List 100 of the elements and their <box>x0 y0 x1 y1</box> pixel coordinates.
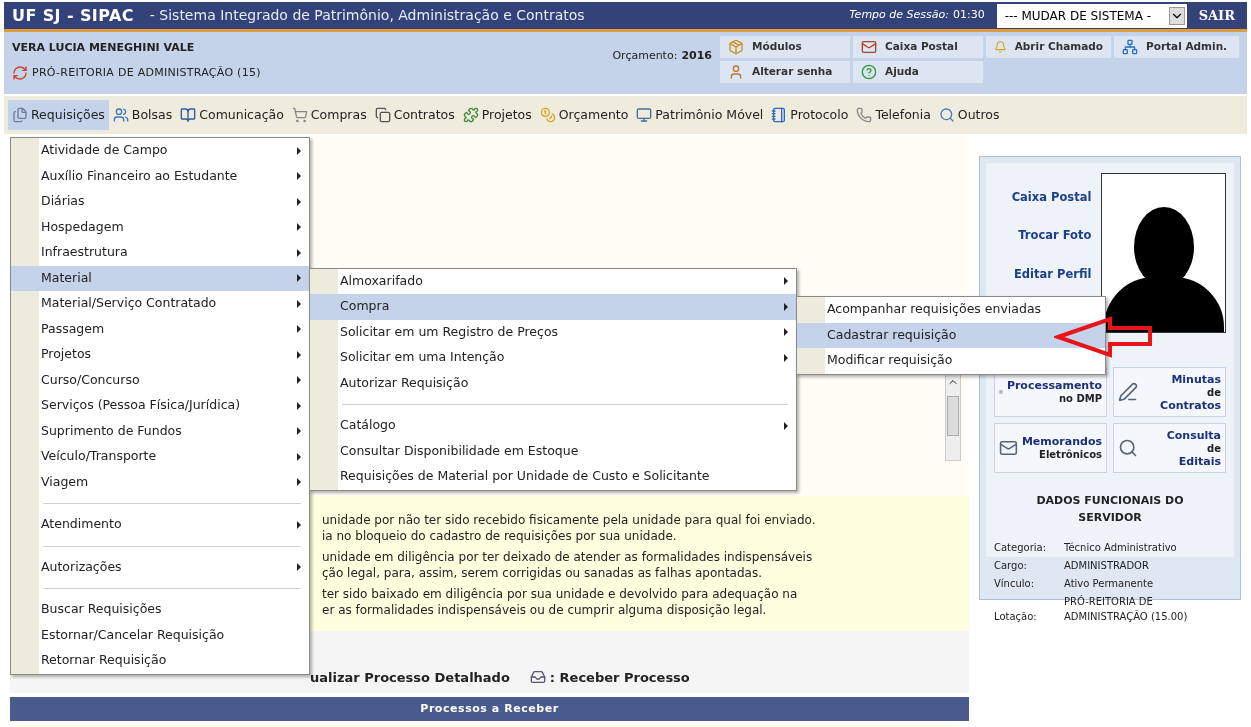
book-icon <box>180 107 197 123</box>
cart-icon <box>291 107 308 123</box>
menu-item[interactable]: Projetos <box>11 342 309 368</box>
monitor-icon <box>636 107 653 123</box>
bell-icon <box>994 39 1007 55</box>
field-value: PRÓ-REITORIA DE ADMINISTRAÇÃO (15.00) <box>1064 594 1189 624</box>
menu-item[interactable]: Atendimento <box>11 512 309 538</box>
menu-item[interactable]: Solicitar em uma Intenção <box>310 345 796 371</box>
shortcut-button[interactable]: Alterar senha <box>720 61 850 83</box>
menu-bar-item[interactable]: Compras <box>287 100 371 130</box>
tile-text: Editais <box>1178 454 1221 468</box>
shortcut-tile[interactable]: Minutas de Contratos <box>1113 367 1226 417</box>
field-label: Categoria: <box>994 541 1048 555</box>
scrollbar-thumb[interactable] <box>947 396 959 436</box>
coins-icon <box>539 107 556 123</box>
notebook-icon <box>771 107 788 123</box>
menu-item[interactable]: Solicitar em um Registro de Preços <box>310 319 796 345</box>
menu-item[interactable]: Catálogo <box>310 413 796 439</box>
menu-item[interactable]: Material/Serviço Contratado <box>11 291 309 317</box>
menu-item[interactable]: Atividade de Campo <box>11 138 309 164</box>
tile-text: no DMP <box>1058 392 1102 405</box>
profile-link[interactable]: Editar Perfil <box>1014 265 1092 283</box>
menu-item[interactable]: Material <box>11 265 309 291</box>
shortcut-button[interactable]: Caixa Postal <box>853 36 983 58</box>
user-name: VERA LUCIA MENEGHINI VALE <box>12 40 196 56</box>
users-icon <box>112 107 129 123</box>
logout-button[interactable]: SAIR <box>1186 5 1247 26</box>
system-select[interactable]: --- MUDAR DE SISTEMA - <box>996 3 1187 28</box>
menu-item[interactable]: Compra <box>310 294 796 320</box>
puzzle-icon <box>462 107 479 123</box>
menu-item[interactable]: Cadastrar requisição <box>797 322 1105 348</box>
legend-text: : Receber Processo <box>549 668 690 687</box>
session-time: 01:30 <box>952 7 985 24</box>
tile-text: Eletrônicos <box>1039 448 1102 461</box>
menu-bar-item[interactable]: Projetos <box>458 100 536 130</box>
menu-item[interactable]: Autorizar Requisição <box>310 370 796 396</box>
notice-text: unidade por não ter sido recebido fisicamente pela unidade para qual foi enviado. <box>322 512 817 528</box>
pen-icon <box>1118 382 1138 402</box>
menu-item[interactable]: Autorizações <box>11 554 309 580</box>
mailbox-icon <box>861 39 877 55</box>
menu-item[interactable]: Acompanhar requisições enviadas <box>797 297 1105 323</box>
tile-text: Processamento <box>1006 379 1102 392</box>
profile-link[interactable]: Trocar Foto <box>1018 227 1092 245</box>
menu-bar-item[interactable]: Contratos <box>370 100 459 130</box>
table-title: Processos a Receber <box>10 697 969 721</box>
search-icon <box>938 107 955 123</box>
system-name: UF SJ - SIPAC <box>12 4 134 27</box>
notice-text: ção legal, para, assim, serem corrigidas ou sanadas as falhas apontadas. <box>322 565 763 581</box>
tile-text: Contratos <box>1160 398 1221 412</box>
menu-item[interactable]: Passagem <box>11 316 309 342</box>
menu-bar-item[interactable]: Requisições <box>8 100 109 130</box>
menu-bar-item[interactable]: Comunicação <box>176 100 288 130</box>
menu-bar-item[interactable]: Telefonia <box>852 100 935 130</box>
menu-bar-item[interactable]: Orçamento <box>535 100 633 130</box>
menu-item[interactable]: Requisições de Material por Unidade de Custo e Solicitante <box>310 464 796 490</box>
budget-label: Orçamento: <box>612 48 678 64</box>
shortcut-button[interactable]: Abrir Chamado <box>986 36 1111 58</box>
tile-text: Memorandos <box>1021 435 1102 448</box>
inbox-icon <box>529 669 546 686</box>
menu-item[interactable]: Retornar Requisição <box>11 648 309 674</box>
menu-item[interactable]: Hospedagem <box>11 214 309 240</box>
budget-year: 2016 <box>681 48 712 64</box>
network-icon <box>1122 39 1138 55</box>
menu-item[interactable]: Suprimento de Fundos <box>11 418 309 444</box>
menu-item[interactable]: Buscar Requisições <box>11 597 309 623</box>
shortcut-button[interactable]: Portal Admin. <box>1114 36 1239 58</box>
menu-item[interactable]: Consultar Disponibilidade em Estoque <box>310 438 796 464</box>
menu-item[interactable]: Viagem <box>11 469 309 495</box>
dropdown-icon <box>1168 6 1185 25</box>
shortcut-button[interactable]: Módulos <box>720 36 850 58</box>
field-value: ADMINISTRADOR <box>1064 559 1150 573</box>
menu-item[interactable]: Serviços (Pessoa Física/Jurídica) <box>11 393 309 419</box>
field-label: Cargo: <box>994 559 1028 573</box>
tile-text: de <box>1207 385 1221 399</box>
tile-text: Minutas <box>1171 372 1221 386</box>
package-icon <box>728 39 744 55</box>
menu-item[interactable]: Auxílio Financeiro ao Estudante <box>11 163 309 189</box>
shortcut-tile[interactable]: Memorandos Eletrônicos <box>994 423 1107 473</box>
menu-item[interactable]: Curso/Concurso <box>11 367 309 393</box>
profile-link[interactable]: Caixa Postal <box>1011 189 1092 207</box>
menu-item[interactable]: Estornar/Cancelar Requisição <box>11 622 309 648</box>
shortcut-tile[interactable]: Consulta de Editais <box>1113 423 1226 473</box>
menu-item[interactable]: Infraestrutura <box>11 240 309 266</box>
menu-bar-item[interactable]: Bolsas <box>108 100 177 130</box>
menu-item[interactable]: Almoxarifado <box>310 268 796 294</box>
menu-bar-item[interactable]: Protocolo <box>767 100 853 130</box>
phone-icon <box>856 107 873 123</box>
unit-name: PRÓ-REITORIA DE ADMINISTRAÇÃO (15) <box>32 64 261 81</box>
envelope-icon <box>999 438 1018 458</box>
menu-bar-item[interactable]: Patrimônio Móvel <box>632 100 768 130</box>
section-title: DADOS FUNCIONAIS DO SERVIDOR <box>1035 493 1185 526</box>
search-icon <box>1118 438 1138 458</box>
menu-item[interactable]: Veículo/Transporte <box>11 444 309 470</box>
field-label: Vínculo: <box>994 577 1036 591</box>
shortcut-button[interactable]: Ajuda <box>853 61 983 83</box>
notice-text: ia no bloqueio do cadastro de requisições por sua unidade. <box>322 528 678 544</box>
menu-bar-item[interactable]: Outros <box>934 100 1004 130</box>
notice-text: er as formalidades indispensáveis ou de cumprir alguma disposição legal. <box>322 602 768 618</box>
files-icon <box>12 107 28 123</box>
menu-item[interactable]: Diárias <box>11 189 309 215</box>
